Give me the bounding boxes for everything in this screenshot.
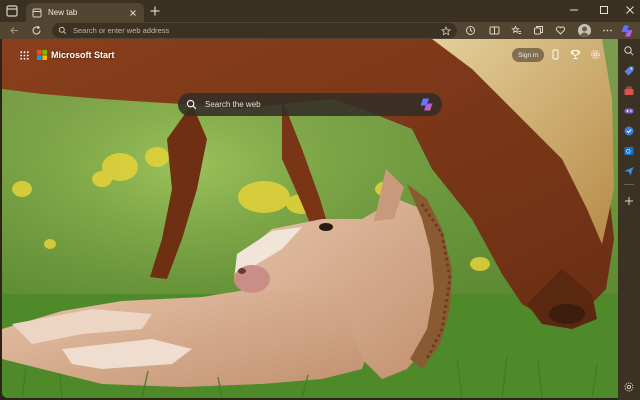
address-bar[interactable]: Search or enter web address	[52, 23, 457, 38]
search-icon	[58, 26, 67, 35]
web-search-box[interactable]: Search the web	[178, 93, 442, 116]
sidebar-search-icon[interactable]	[623, 45, 635, 57]
tab-title: New tab	[48, 8, 78, 17]
browser-essentials-heart-icon[interactable]	[555, 25, 566, 36]
settings-gear-icon[interactable]	[590, 49, 601, 60]
profile-avatar[interactable]	[578, 24, 591, 37]
add-icon[interactable]	[623, 195, 635, 207]
sidebar-divider	[624, 184, 634, 185]
refresh-icon[interactable]	[30, 24, 43, 37]
search-placeholder: Search the web	[205, 100, 261, 109]
edge-sidebar: O	[618, 39, 640, 400]
tab-new-tab[interactable]: New tab	[26, 3, 144, 22]
tab-actions-icon[interactable]	[4, 3, 20, 19]
minimize-icon[interactable]	[568, 4, 580, 16]
outlook-icon[interactable]: O	[623, 145, 635, 157]
tab-strip: New tab	[0, 0, 640, 22]
collections-icon[interactable]	[533, 25, 544, 36]
rewards-trophy-icon[interactable]	[570, 49, 581, 60]
sidebar-settings-icon[interactable]	[623, 381, 635, 393]
svg-text:O: O	[626, 149, 631, 156]
shopping-tag-icon[interactable]	[623, 65, 635, 77]
more-options-icon[interactable]	[602, 25, 613, 36]
sign-in-button[interactable]: Sign in	[512, 48, 544, 62]
toolbar: Search or enter web address	[0, 22, 640, 39]
back-icon[interactable]	[8, 24, 21, 37]
favorite-star-icon[interactable]	[441, 25, 451, 36]
page-icon	[32, 8, 42, 17]
address-bar-placeholder: Search or enter web address	[73, 26, 170, 35]
games-icon[interactable]	[623, 105, 635, 117]
split-screen-icon[interactable]	[489, 25, 500, 36]
phone-icon[interactable]	[550, 49, 561, 60]
favorites-icon[interactable]	[511, 25, 522, 36]
microsoft-logo-icon	[37, 50, 47, 60]
browser-essentials-icon[interactable]	[465, 25, 476, 36]
brand: Microsoft Start	[20, 50, 115, 60]
close-tab-icon[interactable]	[128, 8, 138, 18]
restore-icon[interactable]	[598, 4, 610, 16]
copilot-icon[interactable]	[620, 24, 634, 38]
close-window-icon[interactable]	[624, 4, 636, 16]
brand-name: Microsoft Start	[51, 50, 115, 60]
apps-grid-icon[interactable]	[20, 50, 29, 60]
new-tab-page: Microsoft Start Sign in Search the web	[2, 39, 618, 398]
tools-toolbox-icon[interactable]	[623, 85, 635, 97]
copilot-search-icon[interactable]	[419, 97, 434, 112]
search-icon	[186, 99, 197, 110]
copilot-sidebar-icon[interactable]	[623, 125, 635, 137]
send-icon[interactable]	[623, 165, 635, 177]
new-tab-icon[interactable]	[149, 5, 161, 17]
